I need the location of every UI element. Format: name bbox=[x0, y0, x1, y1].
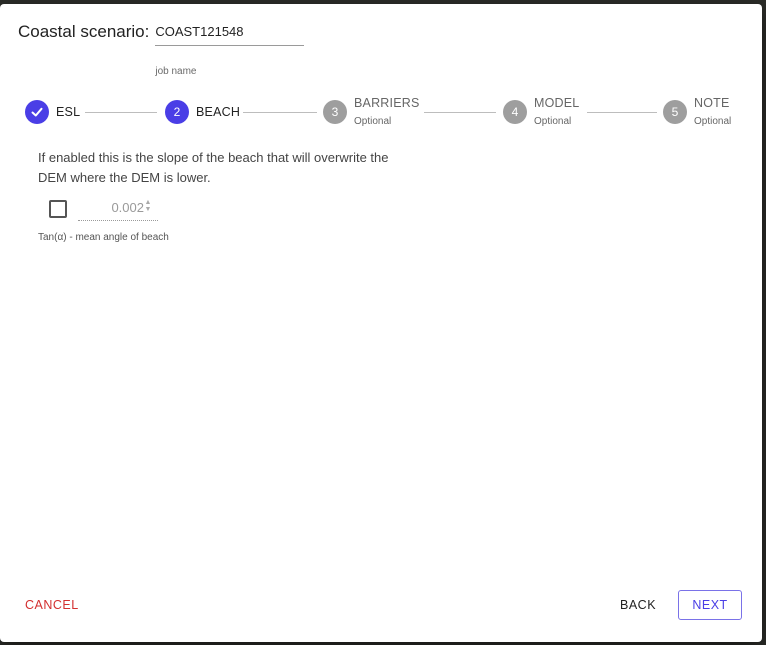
enable-beach-slope-checkbox[interactable] bbox=[49, 200, 67, 218]
stepper: ESL 2 BEACH 3 BARRIERS Optional 4 MODEL … bbox=[25, 96, 737, 132]
step-beach-number: 2 bbox=[165, 100, 189, 124]
step-model-number: 4 bbox=[503, 100, 527, 124]
step-model[interactable]: 4 MODEL Optional bbox=[503, 96, 579, 127]
step-connector bbox=[587, 112, 657, 113]
dialog-header: Coastal scenario: job name bbox=[18, 20, 305, 77]
step-esl[interactable]: ESL bbox=[25, 100, 80, 124]
beach-step-content: If enabled this is the slope of the beac… bbox=[38, 148, 418, 243]
step-model-text: MODEL Optional bbox=[534, 96, 579, 127]
spinner-arrows-icon[interactable]: ▲ ▼ bbox=[144, 199, 152, 213]
job-name-helper-text: job name bbox=[155, 66, 197, 77]
step-barriers-optional: Optional bbox=[354, 116, 392, 127]
step-barriers-text: BARRIERS Optional bbox=[354, 96, 420, 127]
job-name-field-wrapper: job name bbox=[155, 20, 305, 77]
step-barriers-number: 3 bbox=[323, 100, 347, 124]
cancel-button[interactable]: CANCEL bbox=[17, 590, 87, 620]
step-beach[interactable]: 2 BEACH bbox=[165, 100, 240, 124]
step-note-optional: Optional bbox=[694, 116, 732, 127]
beach-description: If enabled this is the slope of the beac… bbox=[38, 150, 389, 185]
next-button[interactable]: NEXT bbox=[678, 590, 742, 620]
step-connector bbox=[424, 112, 496, 113]
step-model-optional: Optional bbox=[534, 116, 572, 127]
beach-slope-value: 0.002 bbox=[111, 200, 144, 215]
step-esl-label: ESL bbox=[56, 105, 81, 119]
coastal-scenario-dialog: Coastal scenario: job name ESL 2 BEACH bbox=[0, 4, 762, 642]
step-connector bbox=[85, 112, 157, 113]
step-beach-text: BEACH bbox=[196, 100, 240, 124]
step-connector bbox=[243, 112, 317, 113]
step-barriers[interactable]: 3 BARRIERS Optional bbox=[323, 96, 420, 127]
beach-slope-input[interactable]: 0.002 ▲ ▼ bbox=[78, 198, 158, 221]
step-note-number: 5 bbox=[663, 100, 687, 124]
step-beach-label: BEACH bbox=[196, 105, 241, 119]
step-note-text: NOTE Optional bbox=[694, 96, 731, 127]
job-name-input[interactable] bbox=[155, 20, 305, 46]
step-esl-text: ESL bbox=[56, 100, 80, 124]
step-model-label: MODEL bbox=[534, 96, 580, 110]
back-button[interactable]: BACK bbox=[612, 590, 664, 620]
dialog-title: Coastal scenario: bbox=[18, 22, 150, 41]
step-barriers-label: BARRIERS bbox=[354, 96, 420, 110]
check-icon bbox=[25, 100, 49, 124]
step-note[interactable]: 5 NOTE Optional bbox=[663, 96, 731, 127]
dialog-footer: CANCEL BACK NEXT bbox=[0, 590, 762, 622]
beach-slope-row: 0.002 ▲ ▼ bbox=[38, 198, 418, 238]
step-note-label: NOTE bbox=[694, 96, 730, 110]
